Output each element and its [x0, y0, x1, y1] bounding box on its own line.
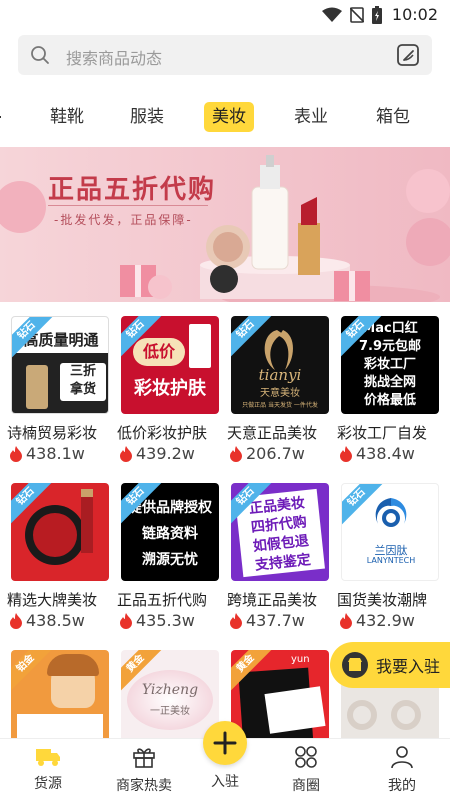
tab-watches[interactable]: 表业 — [294, 102, 328, 132]
join-plus-button[interactable] — [203, 721, 247, 765]
status-bar: 10:02 — [0, 0, 450, 30]
banner-subtitle: -批发代发，正品保障- — [54, 213, 193, 227]
flame-icon — [230, 612, 242, 629]
tab-cosmetics[interactable]: 美妆 — [204, 102, 254, 132]
shop-heat: 438.4w — [339, 444, 415, 463]
flame-icon — [340, 445, 352, 462]
no-sim-icon — [349, 6, 364, 23]
shop-name: 天意正品美妆 — [227, 424, 318, 442]
shop-name: 国货美妆潮牌 — [337, 591, 428, 609]
join-floating-button[interactable]: 我要入驻 — [330, 642, 450, 688]
shop-thumbnail: 正品美妆 四折代购 如假包退 支持鉴定 钻石 — [231, 483, 329, 581]
shop-heat: 435.3w — [119, 611, 195, 630]
nav-item-circle[interactable]: 商圈 — [266, 745, 346, 795]
shop-heat: 438.1w — [9, 444, 85, 463]
tab-shoes[interactable]: 鞋靴 — [50, 102, 84, 132]
promo-banner[interactable]: 正品五折代购 -批发代发，正品保障- — [0, 147, 450, 302]
flame-icon — [340, 612, 352, 629]
plus-icon — [213, 731, 237, 755]
screen: 10:02 搜索商品动态 鞋靴 服装 美妆 表业 箱包 正品五折代购 -批发代发… — [0, 0, 450, 800]
shop-heat: 438.5w — [9, 611, 85, 630]
flame-icon — [230, 445, 242, 462]
shop-heat: 437.7w — [229, 611, 305, 630]
grid-circles-icon — [295, 746, 317, 768]
shop-thumbnail: 高质量明通 三折 拿货 钻石 — [11, 316, 109, 414]
shop-thumbnail: Mac口红 7.9元包邮 彩妆工厂 挑战全网 价格最低 钻石 — [341, 316, 439, 414]
shop-name: 彩妆工厂自发 — [337, 424, 428, 442]
search-icon — [31, 46, 49, 64]
flame-icon — [10, 445, 22, 462]
shop-name: 精选大牌美妆 — [7, 591, 98, 609]
shop-heat: 432.9w — [339, 611, 415, 630]
tab-bags[interactable]: 箱包 — [376, 102, 410, 132]
shop-thumbnail: 提供品牌授权 链路资料 溯源无忧 钻石 — [121, 483, 219, 581]
nav-item-hot-sellers[interactable]: 商家热卖 — [104, 745, 184, 795]
flame-icon — [120, 445, 132, 462]
shop-thumbnail: 铂金 — [11, 650, 109, 748]
wifi-icon — [321, 7, 342, 22]
nav-item-join[interactable]: 入驻 — [185, 769, 265, 791]
tab-clothing[interactable]: 服装 — [130, 102, 164, 132]
shop-name: 跨境正品美妆 — [227, 591, 318, 609]
shop-thumbnail: 钻石 — [11, 483, 109, 581]
banner-title: 正品五折代购 — [48, 175, 217, 205]
search-bar[interactable]: 搜索商品动态 — [18, 35, 432, 75]
shop-heat: 206.7w — [229, 444, 305, 463]
gift-icon — [133, 748, 155, 768]
nav-label-hot-sellers: 商家热卖 — [116, 778, 172, 794]
tab-scroll-edge — [0, 102, 2, 132]
banner-divider — [48, 205, 208, 206]
nav-label-profile: 我的 — [388, 778, 416, 794]
battery-icon — [371, 5, 382, 24]
post-edit-icon[interactable] — [396, 43, 420, 67]
nav-label-join: 入驻 — [211, 774, 239, 790]
nav-item-profile[interactable]: 我的 — [362, 745, 442, 795]
truck-icon — [36, 749, 60, 766]
join-floating-label: 我要入驻 — [376, 657, 441, 676]
shop-thumbnail: 低价 彩妆护肤 钻石 — [121, 316, 219, 414]
store-icon — [342, 652, 368, 678]
flame-icon — [10, 612, 22, 629]
flame-icon — [120, 612, 132, 629]
search-placeholder[interactable]: 搜索商品动态 — [66, 45, 162, 69]
shop-heat: 439.2w — [119, 444, 195, 463]
shop-name: 低价彩妆护肤 — [117, 424, 208, 442]
nav-label-circle: 商圈 — [292, 778, 320, 794]
shop-thumbnail: tianyi 天意美妆 只做正品 当天发货 一件代发 钻石 — [231, 316, 329, 414]
nav-item-source[interactable]: 货源 — [8, 745, 88, 793]
person-icon — [391, 746, 413, 769]
clock: 10:02 — [391, 5, 438, 24]
category-tabs: 鞋靴 服装 美妆 表业 箱包 — [0, 100, 450, 136]
shop-name: 正品五折代购 — [117, 591, 208, 609]
nav-label-source: 货源 — [34, 776, 62, 792]
shop-name: 诗楠贸易彩妆 — [7, 424, 98, 442]
shop-thumbnail: 兰因肽 LANYNTECH 钻石 — [341, 483, 439, 581]
